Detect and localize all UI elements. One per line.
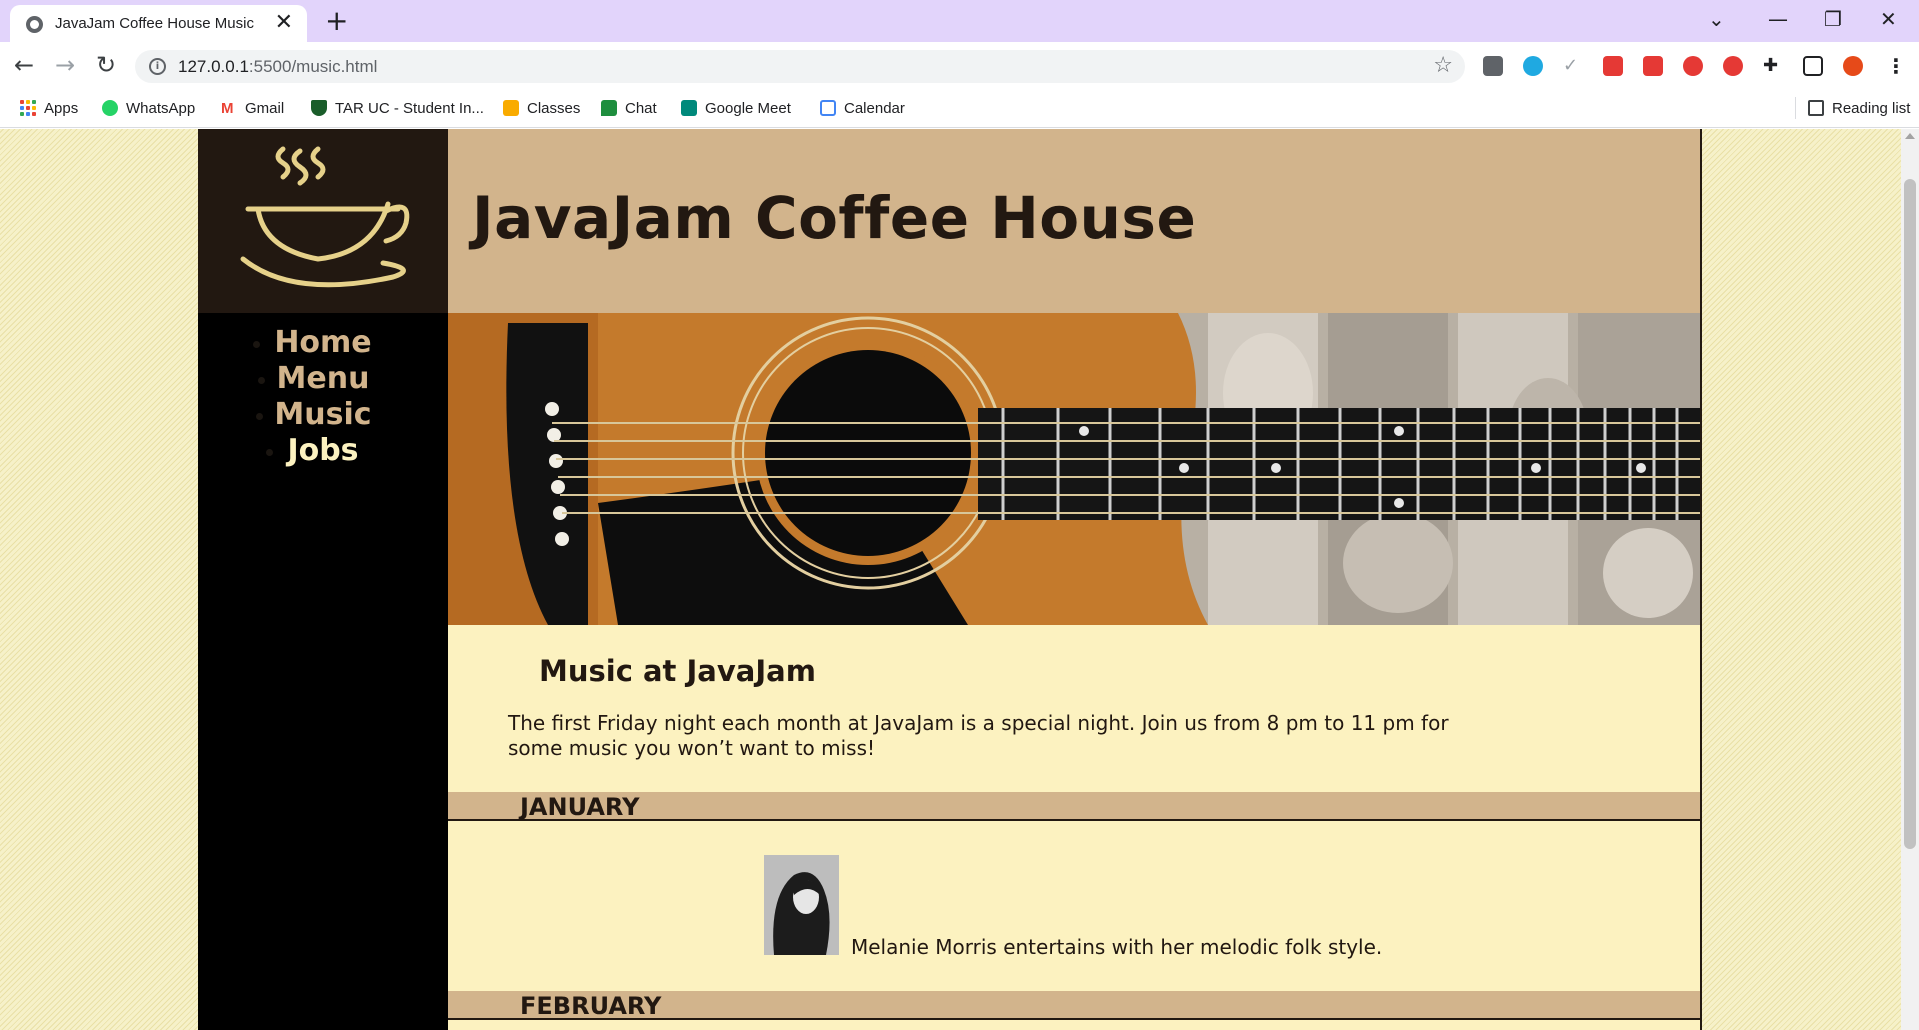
extensions-puzzle-icon[interactable]: ✚ — [1763, 56, 1783, 76]
bullet-icon — [266, 449, 273, 456]
tab-strip: JavaJam Coffee House Music ✕ + ⌄ — ❐ ✕ — [0, 0, 1919, 42]
nav-link-home[interactable]: Home — [274, 325, 371, 360]
close-tab-icon[interactable]: ✕ — [275, 11, 293, 35]
artist-portrait — [764, 855, 839, 955]
bookmark-calendar[interactable]: Calendar — [820, 97, 905, 119]
coffee-cup-icon — [240, 146, 410, 288]
guitar-hero-image — [448, 313, 1700, 625]
tarc-crest-icon — [311, 100, 327, 116]
site-header: JavaJam Coffee House — [198, 129, 1700, 313]
chat-icon — [601, 100, 617, 116]
nav-link-jobs[interactable]: Jobs — [287, 433, 358, 468]
reading-list-button[interactable]: Reading list — [1795, 97, 1910, 119]
site-nav: Home Menu Music Jobs — [198, 313, 448, 1030]
music-heading: Music at JavaJam — [539, 654, 816, 688]
menu-kebab-icon[interactable]: ⋮ — [1886, 56, 1906, 76]
reading-list-icon — [1808, 100, 1824, 116]
bookmark-gmail[interactable]: M Gmail — [221, 97, 284, 119]
month-heading-january: JANUARY — [448, 792, 1700, 821]
gmail-icon: M — [221, 100, 234, 117]
extension-record-icon[interactable] — [1603, 56, 1623, 76]
minimize-icon[interactable]: — — [1768, 6, 1788, 32]
nav-item-music[interactable]: Music — [198, 397, 448, 433]
page-wrapper: JavaJam Coffee House Home Menu Music Job… — [198, 129, 1702, 1030]
music-intro: The first Friday night each month at Jav… — [508, 711, 1449, 760]
forward-icon[interactable]: → — [55, 50, 75, 80]
melanie-morris-photo — [764, 855, 839, 955]
logo — [198, 129, 448, 313]
bookmark-star-icon[interactable]: ☆ — [1433, 53, 1453, 78]
url-text[interactable]: 127.0.0.1:5500/music.html — [178, 57, 377, 77]
month-heading-february: FEBRUARY — [448, 991, 1700, 1020]
bookmark-classes[interactable]: Classes — [503, 97, 580, 119]
bookmark-whatsapp[interactable]: WhatsApp — [102, 97, 195, 119]
bookmark-google-meet[interactable]: Google Meet — [681, 97, 791, 119]
browser-toolbar: ← → ↻ i 127.0.0.1:5500/music.html ☆ ✓ ✚ … — [0, 42, 1919, 88]
bullet-icon — [253, 341, 260, 348]
scrollbar-thumb[interactable] — [1904, 179, 1916, 849]
bookmark-chat[interactable]: Chat — [601, 97, 657, 119]
whatsapp-icon — [102, 100, 118, 116]
nav-item-home[interactable]: Home — [198, 325, 448, 361]
extension-forward-icon[interactable] — [1643, 56, 1663, 76]
tab-search-icon[interactable]: ⌄ — [1708, 6, 1725, 32]
extension-check-icon[interactable]: ✓ — [1563, 56, 1583, 76]
extension-d-icon[interactable] — [1483, 56, 1503, 76]
artist-description: Melanie Morris entertains with her melod… — [851, 935, 1383, 959]
globe-icon — [26, 16, 43, 33]
month-title: JANUARY — [520, 793, 640, 821]
nav-link-music[interactable]: Music — [274, 397, 371, 432]
apps-grid-icon — [20, 100, 36, 116]
site-title: JavaJam Coffee House — [472, 184, 1197, 252]
bullet-icon — [258, 377, 265, 384]
extension-swirl-icon[interactable] — [1523, 56, 1543, 76]
month-title: FEBRUARY — [520, 992, 662, 1020]
cast-icon[interactable] — [1803, 56, 1823, 76]
meet-icon — [681, 100, 697, 116]
extension-shield-icon[interactable] — [1683, 56, 1703, 76]
page-scrollbar[interactable] — [1901, 129, 1919, 1030]
scroll-up-arrow-icon[interactable] — [1905, 133, 1915, 139]
nav-link-menu[interactable]: Menu — [277, 361, 370, 396]
nav-item-jobs[interactable]: Jobs — [198, 433, 448, 469]
profile-avatar-icon[interactable] — [1843, 56, 1863, 76]
restore-icon[interactable]: ❐ — [1824, 6, 1842, 32]
back-icon[interactable]: ← — [14, 50, 34, 80]
guitar-illustration — [448, 313, 1700, 625]
browser-tab[interactable]: JavaJam Coffee House Music ✕ — [10, 5, 307, 42]
new-tab-button[interactable]: + — [325, 6, 348, 36]
page-viewport[interactable]: JavaJam Coffee House Home Menu Music Job… — [0, 129, 1919, 1030]
calendar-icon — [820, 100, 836, 116]
reload-icon[interactable]: ↻ — [96, 50, 116, 80]
bookmark-apps[interactable]: Apps — [20, 97, 78, 119]
nav-item-menu[interactable]: Menu — [198, 361, 448, 397]
address-bar[interactable]: i 127.0.0.1:5500/music.html ☆ — [135, 50, 1465, 83]
site-info-icon[interactable]: i — [149, 58, 166, 75]
bookmark-taruc[interactable]: TAR UC - Student In... — [311, 97, 484, 119]
classroom-icon — [503, 100, 519, 116]
bullet-icon — [256, 413, 263, 420]
close-window-icon[interactable]: ✕ — [1880, 6, 1897, 32]
bookmarks-bar: Apps WhatsApp M Gmail TAR UC - Student I… — [0, 88, 1919, 128]
extension-play-icon[interactable] — [1723, 56, 1743, 76]
tab-title: JavaJam Coffee House Music — [55, 15, 254, 32]
